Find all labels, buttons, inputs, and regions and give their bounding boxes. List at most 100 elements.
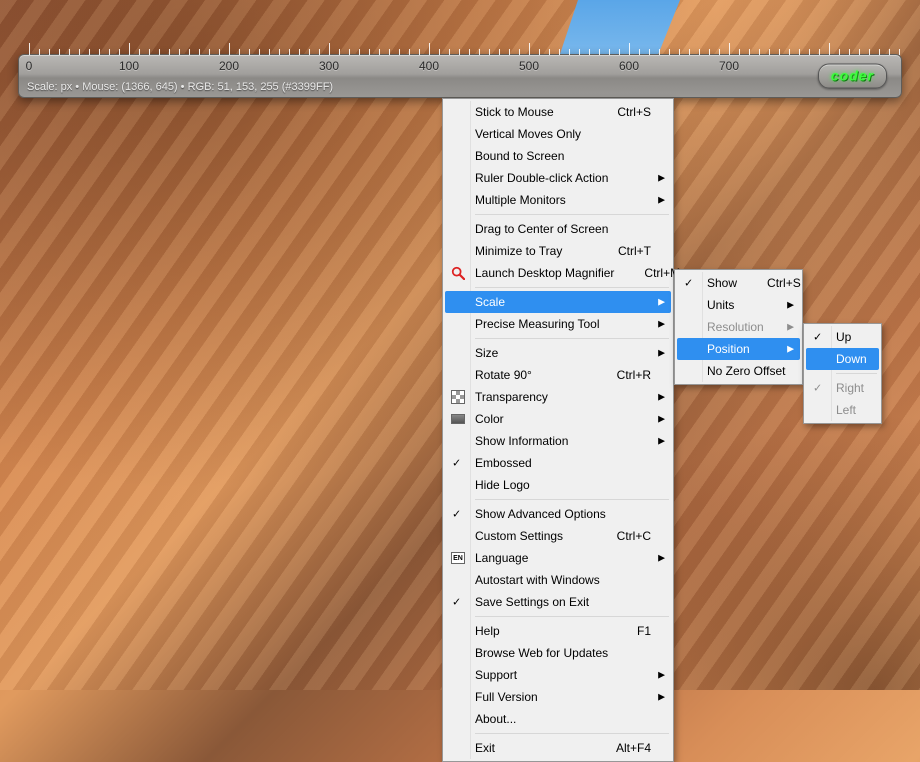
menu-item-help[interactable]: Help F1 [445, 620, 671, 642]
menu-item-hide-logo[interactable]: Hide Logo [445, 474, 671, 496]
menu-item-label: Bound to Screen [475, 149, 651, 163]
menu-item-units[interactable]: Units ▶ [677, 294, 800, 316]
menu-item-label: Resolution [707, 320, 780, 334]
ruler-status-text: Scale: px • Mouse: (1366, 645) • RGB: 51… [27, 81, 333, 93]
menu-item-precise-measuring-tool[interactable]: Precise Measuring Tool ▶ [445, 313, 671, 335]
menu-item-label: Save Settings on Exit [475, 595, 651, 609]
menu-item-custom-settings[interactable]: Custom SettingsCtrl+C [445, 525, 671, 547]
ruler-tick-label: 700 [719, 59, 739, 73]
menu-item-label: About... [475, 712, 651, 726]
menu-separator [475, 214, 669, 215]
menu-item-label: Help [475, 624, 607, 638]
submenu-arrow-icon: ▶ [787, 322, 794, 333]
menu-item-stick-to-mouse[interactable]: Stick to MouseCtrl+S [445, 101, 671, 123]
menu-item-full-version[interactable]: Full Version ▶ [445, 686, 671, 708]
context-menu-main: Stick to MouseCtrl+S Vertical Moves Only B… [442, 98, 674, 762]
menu-item-drag-to-center-of-screen[interactable]: Drag to Center of Screen [445, 218, 671, 240]
menu-item-down[interactable]: Down [806, 348, 879, 370]
menu-item-about[interactable]: About... [445, 708, 671, 730]
language-icon: EN [450, 550, 466, 566]
menu-item-label: Vertical Moves Only [475, 127, 651, 141]
check-icon: ✓ [452, 508, 461, 521]
submenu-arrow-icon: ▶ [787, 300, 794, 311]
ruler-tick-label: 400 [419, 59, 439, 73]
check-icon: ✓ [813, 382, 822, 395]
menu-item-launch-desktop-magnifier[interactable]: Launch Desktop MagnifierCtrl+M [445, 262, 671, 284]
menu-item-label: Ruler Double-click Action [475, 171, 651, 185]
menu-item-label: Full Version [475, 690, 651, 704]
menu-item-ruler-double-click-action[interactable]: Ruler Double-click Action ▶ [445, 167, 671, 189]
menu-separator [475, 733, 669, 734]
ruler-tick-label: 200 [219, 59, 239, 73]
menu-item-label: Rotate 90° [475, 368, 587, 382]
menu-item-label: Custom Settings [475, 529, 587, 543]
check-icon: ✓ [452, 457, 461, 470]
menu-item-language[interactable]: ENLanguage▶ [445, 547, 671, 569]
menu-item-embossed[interactable]: ✓ Embossed [445, 452, 671, 474]
menu-item-label: Drag to Center of Screen [475, 222, 651, 236]
menu-item-label: Right [836, 381, 864, 395]
menu-separator [475, 616, 669, 617]
menu-separator [475, 287, 669, 288]
context-menu-position: ✓ Up Down ✓ Right Left [803, 323, 882, 424]
ruler-tick-label: 300 [319, 59, 339, 73]
screen-ruler[interactable]: 0100200300400500600700 Scale: px • Mouse… [18, 54, 902, 98]
menu-item-position[interactable]: Position▶ [677, 338, 800, 360]
ruler-logo[interactable]: coder [818, 64, 887, 89]
menu-item-label: Show Advanced Options [475, 507, 651, 521]
menu-item-show-advanced-options[interactable]: ✓ Show Advanced Options [445, 503, 671, 525]
submenu-arrow-icon: ▶ [658, 173, 665, 184]
submenu-arrow-icon: ▶ [658, 319, 665, 330]
check-icon: ✓ [813, 331, 822, 344]
menu-item-show-information[interactable]: Show Information▶ [445, 430, 671, 452]
ruler-scale-numbers: 0100200300400500600700 [19, 59, 901, 75]
check-icon: ✓ [684, 277, 693, 290]
menu-item-bound-to-screen[interactable]: Bound to Screen [445, 145, 671, 167]
menu-item-shortcut: F1 [637, 624, 651, 638]
menu-item-browse-web-for-updates[interactable]: Browse Web for Updates [445, 642, 671, 664]
ruler-tick-label: 0 [26, 59, 33, 73]
menu-item-color[interactable]: Color▶ [445, 408, 671, 430]
menu-item-shortcut: Ctrl+R [617, 368, 651, 382]
menu-item-shortcut: Ctrl+T [618, 244, 651, 258]
magnifier-icon [450, 265, 466, 281]
menu-item-scale[interactable]: Scale▶ [445, 291, 671, 313]
submenu-arrow-icon: ▶ [658, 195, 665, 206]
menu-item-shortcut: Ctrl+S [617, 105, 651, 119]
submenu-arrow-icon: ▶ [658, 392, 665, 403]
submenu-arrow-icon: ▶ [787, 344, 794, 355]
menu-separator [475, 338, 669, 339]
menu-item-label: Units [707, 298, 780, 312]
menu-item-transparency[interactable]: Transparency▶ [445, 386, 671, 408]
menu-item-up[interactable]: ✓ Up [806, 326, 879, 348]
menu-item-label: Browse Web for Updates [475, 646, 651, 660]
menu-item-no-zero-offset[interactable]: No Zero Offset [677, 360, 800, 382]
menu-item-exit[interactable]: Exit Alt+F4 [445, 737, 671, 759]
ruler-tick-label: 600 [619, 59, 639, 73]
menu-item-label: Up [836, 330, 859, 344]
menu-item-minimize-to-tray[interactable]: Minimize to Tray Ctrl+T [445, 240, 671, 262]
menu-item-label: Precise Measuring Tool [475, 317, 651, 331]
submenu-arrow-icon: ▶ [658, 348, 665, 359]
submenu-arrow-icon: ▶ [658, 436, 665, 447]
menu-item-label: Embossed [475, 456, 651, 470]
menu-item-size[interactable]: Size▶ [445, 342, 671, 364]
color-icon [450, 411, 466, 427]
submenu-arrow-icon: ▶ [658, 692, 665, 703]
submenu-arrow-icon: ▶ [658, 297, 665, 308]
menu-item-show[interactable]: ✓ShowCtrl+S [677, 272, 800, 294]
menu-item-rotate-90[interactable]: Rotate 90° Ctrl+R [445, 364, 671, 386]
menu-item-autostart-with-windows[interactable]: Autostart with Windows [445, 569, 671, 591]
menu-item-shortcut: Alt+F4 [616, 741, 651, 755]
menu-item-support[interactable]: Support▶ [445, 664, 671, 686]
menu-item-vertical-moves-only[interactable]: Vertical Moves Only [445, 123, 671, 145]
menu-item-label: Language [475, 551, 651, 565]
menu-item-label: Minimize to Tray [475, 244, 588, 258]
menu-item-label: Launch Desktop Magnifier [475, 266, 614, 280]
menu-item-multiple-monitors[interactable]: Multiple Monitors▶ [445, 189, 671, 211]
menu-item-label: No Zero Offset [707, 364, 785, 378]
submenu-arrow-icon: ▶ [658, 414, 665, 425]
menu-item-save-settings-on-exit[interactable]: ✓Save Settings on Exit [445, 591, 671, 613]
menu-item-label: Exit [475, 741, 586, 755]
menu-item-left: Left [806, 399, 879, 421]
